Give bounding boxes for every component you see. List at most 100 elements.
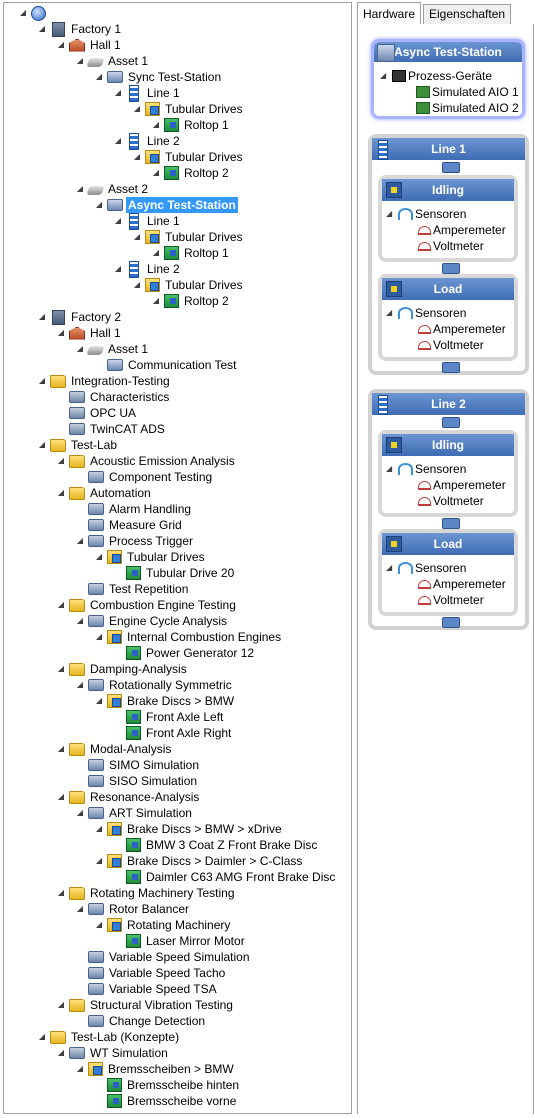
tree-item[interactable]: Characteristics	[56, 389, 171, 405]
tree-item[interactable]: ◢ Sync Test-Station	[94, 69, 223, 85]
collapse-arrow-icon[interactable]: ◢	[75, 53, 85, 69]
collapse-arrow-icon[interactable]: ◢	[151, 245, 161, 261]
collapse-arrow-icon[interactable]: ◢	[113, 85, 123, 101]
tree-item[interactable]: Bremsscheibe hinten	[94, 1077, 241, 1093]
collapse-arrow-icon[interactable]: ◢	[386, 461, 396, 477]
station-group-row[interactable]: ◢ Prozess-Geräte	[380, 68, 492, 84]
tree-item[interactable]: Variable Speed TSA	[75, 981, 219, 997]
tree-item[interactable]: ◢ Rotating Machinery	[94, 917, 232, 933]
connector-port[interactable]	[442, 518, 460, 529]
collapse-arrow-icon[interactable]: ◢	[151, 293, 161, 309]
sensor-group-row[interactable]: ◢ Sensoren	[386, 206, 466, 222]
state-card[interactable]: Idling ◢ Sensoren Amperemeter Voltmeter	[378, 175, 518, 262]
tree-item[interactable]: ◢ Tubular Drives	[132, 149, 245, 165]
tree-item[interactable]: ◢ Line 1	[113, 84, 182, 102]
meter-row[interactable]: Voltmeter	[418, 238, 484, 254]
tree-item[interactable]: ◢ Damping-Analysis	[56, 661, 189, 677]
collapse-arrow-icon[interactable]: ◢	[386, 560, 396, 576]
tree-item[interactable]: ◢ Roltop 2	[151, 293, 231, 309]
tree-item[interactable]: ◢ Tubular Drives	[94, 549, 207, 565]
meter-row[interactable]: Voltmeter	[418, 592, 484, 608]
tree-item[interactable]: ◢ Resonance-Analysis	[56, 789, 201, 805]
sensor-group-row[interactable]: ◢ Sensoren	[386, 461, 466, 477]
tree-item[interactable]: ◢ Hall 1	[56, 37, 123, 53]
collapse-arrow-icon[interactable]: ◢	[132, 229, 142, 245]
tree-item[interactable]: ◢ Test-Lab (Konzepte)	[37, 1029, 181, 1045]
tree-item[interactable]: Component Testing	[75, 469, 214, 485]
collapse-arrow-icon[interactable]: ◢	[75, 805, 85, 821]
tree-item[interactable]: ◢ Roltop 1	[151, 117, 231, 133]
tree-item[interactable]: ◢ Modal-Analysis	[56, 741, 173, 757]
collapse-arrow-icon[interactable]: ◢	[75, 341, 85, 357]
collapse-arrow-icon[interactable]: ◢	[56, 485, 66, 501]
device-row[interactable]: Simulated AIO 2	[416, 100, 519, 116]
tree-item[interactable]: Test Repetition	[75, 581, 190, 597]
collapse-arrow-icon[interactable]: ◢	[56, 789, 66, 805]
connector-port[interactable]	[442, 617, 460, 628]
tree-item[interactable]: Power Generator 12	[113, 645, 256, 661]
station-card[interactable]: Async Test-Station ◢ Prozess-Geräte Simu…	[371, 39, 525, 119]
state-card[interactable]: Idling ◢ Sensoren Amperemeter Voltmeter	[378, 430, 518, 517]
tree-item[interactable]: OPC UA	[56, 405, 138, 421]
tree-item[interactable]: ◢ Factory 1	[37, 21, 123, 37]
collapse-arrow-icon[interactable]: ◢	[94, 917, 104, 933]
tree-item[interactable]: ◢ Asset 1	[75, 53, 150, 69]
tree-item[interactable]: SISO Simulation	[75, 773, 199, 789]
collapse-arrow-icon[interactable]: ◢	[94, 853, 104, 869]
tree-item[interactable]: ◢ Process Trigger	[75, 533, 195, 549]
collapse-arrow-icon[interactable]: ◢	[75, 533, 85, 549]
tree-item[interactable]: ◢ Brake Discs > BMW	[94, 693, 236, 709]
collapse-arrow-icon[interactable]: ◢	[37, 1029, 47, 1045]
tree-item[interactable]: Front Axle Right	[113, 725, 233, 741]
connector-port[interactable]	[442, 263, 460, 274]
tree-item[interactable]: Change Detection	[75, 1013, 207, 1029]
tree-item[interactable]: ◢ Asset 1	[75, 341, 150, 357]
tree-item[interactable]: ◢ Automation	[56, 485, 153, 501]
tree-item[interactable]: Front Axle Left	[113, 709, 225, 725]
collapse-arrow-icon[interactable]: ◢	[113, 261, 123, 277]
tree-item[interactable]: ◢ Rotating Machinery Testing	[56, 885, 237, 901]
tab-hardware[interactable]: Hardware	[357, 2, 422, 25]
meter-row[interactable]: Voltmeter	[418, 337, 484, 353]
tree-item[interactable]: Variable Speed Simulation	[75, 949, 252, 965]
connector-port[interactable]	[442, 362, 460, 373]
meter-row[interactable]: Amperemeter	[418, 222, 506, 238]
collapse-arrow-icon[interactable]: ◢	[132, 101, 142, 117]
collapse-arrow-icon[interactable]: ◢	[386, 305, 396, 321]
tab-eigenschaften[interactable]: Eigenschaften	[423, 4, 512, 24]
tree-item[interactable]: BMW 3 Coat Z Front Brake Disc	[113, 837, 319, 853]
collapse-arrow-icon[interactable]: ◢	[37, 21, 47, 37]
tree-item[interactable]: ◢ Hall 1	[56, 325, 123, 341]
collapse-arrow-icon[interactable]: ◢	[94, 629, 104, 645]
tree-item[interactable]: Variable Speed Tacho	[75, 965, 227, 981]
tree-item[interactable]: ◢ Async Test-Station	[94, 197, 238, 213]
collapse-arrow-icon[interactable]: ◢	[37, 437, 47, 453]
connector-port[interactable]	[442, 417, 460, 428]
collapse-arrow-icon[interactable]: ◢	[56, 885, 66, 901]
meter-row[interactable]: Amperemeter	[418, 321, 506, 337]
collapse-arrow-icon[interactable]: ◢	[94, 197, 104, 213]
collapse-arrow-icon[interactable]: ◢	[56, 325, 66, 341]
sensor-group-row[interactable]: ◢ Sensoren	[386, 560, 466, 576]
tree-item[interactable]: ◢ Roltop 1	[151, 245, 231, 261]
tree-item[interactable]: ◢ Tubular Drives	[132, 229, 245, 245]
collapse-arrow-icon[interactable]: ◢	[56, 597, 66, 613]
tree-item[interactable]: Laser Mirror Motor	[113, 933, 247, 949]
tree-item[interactable]: Daimler C63 AMG Front Brake Disc	[113, 869, 337, 885]
tree-item[interactable]: Bremsscheibe vorne	[94, 1093, 238, 1109]
tree-item[interactable]: ◢ Structural Vibration Testing	[56, 997, 235, 1013]
collapse-arrow-icon[interactable]: ◢	[37, 373, 47, 389]
tree-item[interactable]: Tubular Drive 20	[113, 565, 236, 581]
tree-item[interactable]: ◢ WT Simulation	[56, 1045, 170, 1061]
collapse-arrow-icon[interactable]: ◢	[151, 165, 161, 181]
collapse-arrow-icon[interactable]: ◢	[132, 149, 142, 165]
tree-item[interactable]: ◢ Brake Discs > Daimler > C-Class	[94, 853, 304, 869]
state-card[interactable]: Load ◢ Sensoren Amperemeter Voltmeter	[378, 274, 518, 361]
tree-item[interactable]: ◢ Tubular Drives	[132, 277, 245, 293]
collapse-arrow-icon[interactable]: ◢	[380, 68, 390, 84]
collapse-arrow-icon[interactable]: ◢	[56, 37, 66, 53]
collapse-arrow-icon[interactable]: ◢	[56, 997, 66, 1013]
line-card[interactable]: Line 2 Idling ◢ Sensoren Amperemeter Voltmete…	[368, 389, 529, 630]
collapse-arrow-icon[interactable]: ◢	[56, 661, 66, 677]
collapse-arrow-icon[interactable]: ◢	[37, 309, 47, 325]
